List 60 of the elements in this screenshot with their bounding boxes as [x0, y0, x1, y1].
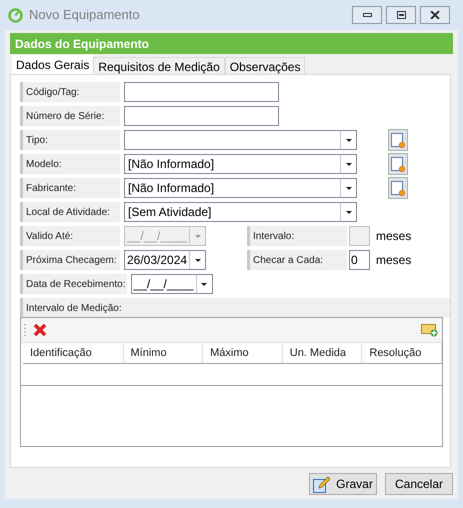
minimize-icon [362, 13, 372, 17]
add-button[interactable] [388, 177, 408, 199]
field-label: Valido Até: [20, 226, 120, 246]
save-button[interactable]: Gravar [309, 473, 377, 495]
section-header: Dados do Equipamento [10, 33, 453, 54]
field-label: Data de Recebimento: [20, 274, 127, 294]
close-icon [430, 11, 440, 19]
card-add-icon [421, 323, 438, 337]
field-label: Intervalo de Medição: [20, 298, 450, 318]
document-gear-icon [391, 132, 405, 148]
field-label: Próxima Checagem: [20, 250, 120, 270]
caret-icon [194, 234, 200, 238]
tab[interactable]: Requisitos de Medição [93, 57, 225, 74]
caret-icon [346, 186, 352, 190]
field-label: Fabricante: [20, 178, 120, 198]
caret-icon [346, 162, 352, 166]
minimize-button[interactable] [352, 6, 382, 24]
column-header[interactable]: Mínimo [124, 343, 204, 363]
text-field[interactable] [124, 82, 279, 102]
delete-button[interactable] [33, 323, 47, 337]
maximize-icon [396, 11, 406, 19]
field-label: Checar a Cada: [247, 250, 347, 270]
dropdown[interactable]: [Sem Atividade] [124, 202, 357, 222]
field-label: Modelo: [20, 154, 120, 174]
caret-icon [346, 138, 352, 142]
text-field[interactable] [124, 106, 279, 126]
column-header[interactable]: Resolução [362, 343, 442, 363]
unit-label: meses [376, 252, 412, 269]
unit-label: meses [376, 228, 412, 245]
delete-icon [33, 323, 47, 337]
column-header[interactable]: Identificação [23, 343, 124, 363]
dropdown[interactable]: [Não Informado] [124, 178, 357, 198]
app-icon [8, 8, 23, 22]
caret-icon [194, 258, 200, 262]
dropdown[interactable] [124, 130, 357, 150]
maximize-button[interactable] [386, 6, 416, 24]
date-picker[interactable]: __/__/____ [130, 274, 213, 294]
tab[interactable]: Observações [224, 57, 306, 74]
field-label: Local de Atividade: [20, 202, 120, 222]
add-button[interactable] [388, 129, 408, 151]
number-field[interactable]: 0 [349, 250, 370, 270]
tab[interactable]: Dados Gerais [12, 55, 94, 74]
window-title: Novo Equipamento [29, 6, 140, 24]
pencil-icon [313, 476, 330, 492]
close-button[interactable] [420, 6, 450, 24]
field-label: Número de Série: [20, 106, 120, 126]
column-header[interactable]: Un. Medida [282, 343, 362, 363]
dropdown[interactable]: [Não Informado] [124, 154, 357, 174]
cancel-button[interactable]: Cancelar [385, 473, 453, 495]
add-button[interactable] [388, 153, 408, 175]
field-label: Intervalo: [247, 226, 347, 246]
document-gear-icon [391, 180, 405, 196]
date-picker[interactable]: 26/03/2024 [124, 250, 206, 270]
add-row-button[interactable] [421, 323, 438, 337]
caret-icon [346, 210, 352, 214]
field-label: Tipo: [20, 130, 120, 150]
document-gear-icon [391, 156, 405, 172]
caret-icon [201, 282, 208, 286]
column-header[interactable]: Máximo [203, 343, 283, 363]
field-label: Código/Tag: [20, 82, 120, 102]
